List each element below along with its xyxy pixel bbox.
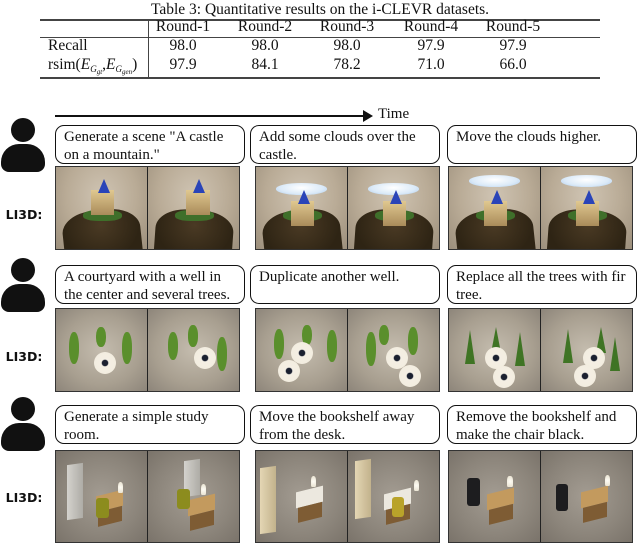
row-label-recall: Recall — [48, 37, 88, 54]
rsim-e1: E — [80, 56, 91, 73]
render-pair — [55, 450, 240, 543]
courtyard-two-wells-render — [347, 309, 439, 391]
table-caption: Table 3: Quantitative results on the i-C… — [150, 1, 490, 18]
render-pair — [55, 308, 240, 392]
courtyard-render — [147, 309, 239, 391]
castle-cloud-high-render — [540, 167, 632, 249]
table-header-cell: Round-3 — [319, 18, 375, 35]
table-header-cell: Round-5 — [485, 18, 541, 35]
courtyard-render — [56, 309, 147, 391]
time-arrow-line — [55, 115, 367, 117]
model-label: LI3D: — [5, 490, 43, 505]
prompt-bubble: A courtyard with a well in the center an… — [55, 265, 245, 304]
table-cell: 78.2 — [333, 56, 361, 73]
rsim-prefix: rsim( — [48, 56, 81, 73]
study-room-moved-shelf-render — [347, 451, 439, 542]
table-header-cell: Round-2 — [237, 18, 293, 35]
study-room-render — [147, 451, 239, 542]
study-room-render — [56, 451, 147, 542]
render-pair — [55, 166, 240, 250]
prompt-bubble: Move the clouds higher. — [447, 125, 637, 164]
table-cell: 98.0 — [169, 37, 197, 54]
user-icon — [1, 118, 45, 172]
study-room-moved-shelf-render — [256, 451, 347, 542]
user-icon — [1, 258, 45, 312]
rsim-sub2: gen — [121, 68, 133, 76]
table-cell: 97.9 — [499, 37, 527, 54]
table-cell: 71.0 — [417, 56, 445, 73]
courtyard-fir-render — [449, 309, 540, 391]
castle-cloud-high-render — [449, 167, 540, 249]
prompt-bubble: Replace all the trees with fir tree. — [447, 265, 637, 304]
render-pair — [255, 308, 440, 392]
model-label: LI3D: — [5, 207, 43, 222]
render-pair — [448, 166, 633, 250]
render-pair — [448, 308, 633, 392]
study-room-black-chair-render — [449, 451, 540, 542]
table-header-cell: Round-1 — [155, 18, 211, 35]
prompt-bubble: Add some clouds over the castle. — [250, 125, 440, 164]
study-room-black-chair-render — [540, 451, 632, 542]
courtyard-two-wells-render — [256, 309, 347, 391]
arrow-right-icon — [363, 110, 373, 122]
table-cell: 66.0 — [499, 56, 527, 73]
render-pair — [448, 450, 633, 543]
prompt-bubble: Remove the bookshelf and make the chair … — [447, 405, 637, 444]
castle-cloud-render — [347, 167, 439, 249]
castle-cloud-render — [256, 167, 347, 249]
table-cell: 98.0 — [333, 37, 361, 54]
render-pair — [255, 166, 440, 250]
prompt-bubble: Duplicate another well. — [250, 265, 440, 304]
row-label-rsim: rsim(EGgt,EGgen) — [48, 56, 137, 76]
table-header-cell: Round-4 — [403, 18, 459, 35]
castle-render — [56, 167, 147, 249]
table-cell: 98.0 — [251, 37, 279, 54]
castle-render — [147, 167, 239, 249]
prompt-bubble: Move the bookshelf away from the desk. — [250, 405, 440, 444]
prompt-bubble: Generate a scene "A castle on a mountain… — [55, 125, 245, 164]
table-cell: 97.9 — [417, 37, 445, 54]
render-pair — [255, 450, 440, 543]
table-cell: 84.1 — [251, 56, 279, 73]
courtyard-fir-render — [540, 309, 632, 391]
table-cell: 97.9 — [169, 56, 197, 73]
rsim-suffix: ) — [132, 56, 138, 73]
model-label: LI3D: — [5, 349, 43, 364]
time-label: Time — [378, 106, 410, 122]
user-icon — [1, 397, 45, 451]
prompt-bubble: Generate a simple study room. — [55, 405, 245, 444]
table-bottom-rule — [40, 77, 600, 79]
